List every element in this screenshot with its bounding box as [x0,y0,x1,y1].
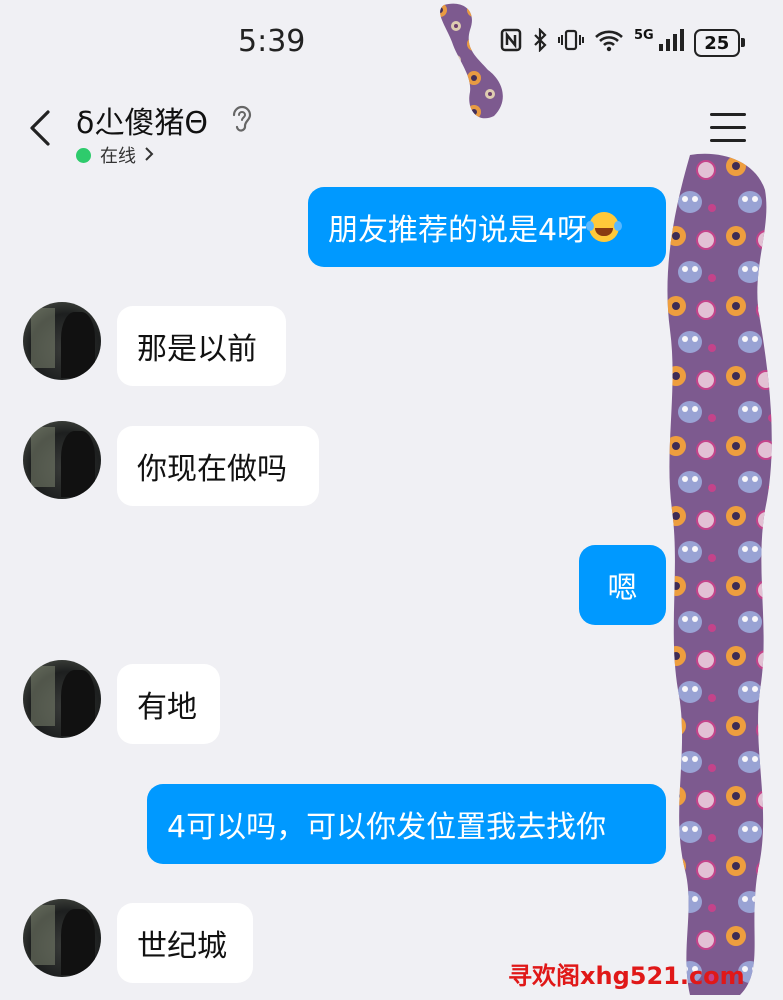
contact-avatar[interactable] [23,421,101,499]
message-bubble-mine[interactable]: 4可以吗，可以你发位置我去找你 [147,784,666,864]
message-text: 朋友推荐的说是4呀 [328,213,588,248]
battery-level: 25 [704,32,730,54]
tears-of-joy-emoji-icon [586,212,620,242]
message-bubble-theirs[interactable]: 你现在做吗 [117,426,319,506]
message-bubble-mine[interactable]: 嗯 [579,545,666,625]
message-text: 有地 [137,690,197,725]
message-bubble-mine[interactable]: 朋友推荐的说是4呀 [308,187,666,267]
menu-line [710,139,746,142]
status-icons: 5G 25 [500,27,745,58]
status-time: 5:39 [238,24,306,59]
watermark: 寻欢阁xhg521.com [508,962,745,990]
signal-icon [658,28,684,58]
online-status-label: 在线 [100,146,136,167]
message-text: 那是以前 [137,332,257,367]
online-status[interactable]: 在线 [76,142,154,168]
vibrate-icon [558,28,584,58]
message-bubble-theirs[interactable]: 有地 [117,664,220,744]
message-text: 你现在做吗 [137,452,287,487]
sticker-strip-top [440,3,503,119]
bluetooth-icon [532,27,548,58]
contact-avatar[interactable] [23,899,101,977]
wifi-icon [594,28,624,58]
contact-name[interactable]: δ尐傻猪Θ [76,98,208,142]
menu-button[interactable] [710,113,746,145]
message-bubble-theirs[interactable]: 世纪城 [117,903,253,983]
menu-line [710,113,746,116]
network-type: 5G [634,27,654,43]
chevron-right-icon [144,145,154,166]
contact-avatar[interactable] [23,302,101,380]
message-bubble-theirs[interactable]: 那是以前 [117,306,286,386]
back-arrow-icon [30,110,50,146]
message-text: 4可以吗，可以你发位置我去找你 [167,810,607,845]
menu-line [710,126,746,129]
online-dot [76,147,91,163]
sticker-strip-right [667,153,772,996]
message-text: 嗯 [607,571,638,606]
back-button[interactable] [26,108,56,148]
message-text: 世纪城 [137,929,227,964]
battery-icon: 25 [693,29,745,57]
contact-avatar[interactable] [23,660,101,738]
ear-icon[interactable] [229,104,255,138]
